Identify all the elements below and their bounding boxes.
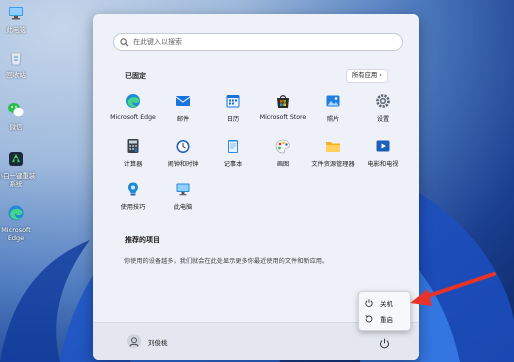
calendar-icon (226, 95, 240, 108)
reinstall-icon (9, 152, 23, 166)
mail-icon (175, 96, 191, 106)
pinned-app-photos[interactable]: 照片 (307, 93, 359, 123)
photos-icon (326, 95, 340, 107)
shutdown-label: 关机 (380, 300, 393, 308)
annotation-arrow (410, 272, 496, 306)
file-explorer-icon (326, 142, 340, 152)
restart-icon (365, 315, 373, 323)
desktop-icon-recycle-bin[interactable]: 回收站 (0, 49, 32, 79)
pinned-section-title: 已固定 (125, 72, 146, 80)
restart-menu-item[interactable]: 重启 (363, 312, 407, 326)
restart-label: 重启 (380, 316, 393, 324)
app-label: 画图 (276, 161, 290, 168)
pinned-app-calendar[interactable]: 日历 (207, 93, 259, 123)
search-box[interactable] (113, 33, 403, 51)
edge-icon (126, 94, 140, 108)
app-label: 此电脑 (173, 204, 193, 211)
app-label: 日历 (226, 116, 240, 123)
app-label: Microsoft Edge (110, 114, 156, 121)
app-label: 电影和电视 (367, 161, 399, 168)
app-label: 设置 (376, 116, 390, 123)
search-icon (120, 38, 129, 47)
pinned-app-this-pc[interactable]: 此电脑 (157, 181, 209, 211)
computer-icon (176, 183, 190, 196)
wechat-icon (8, 103, 24, 117)
search-input[interactable] (133, 35, 393, 49)
pinned-app-mail[interactable]: 邮件 (157, 93, 209, 123)
edge-icon (8, 205, 24, 221)
app-label: 记事本 (223, 161, 243, 168)
desktop-icon-label: 微信 (9, 123, 23, 131)
app-label: 文件资源管理器 (311, 161, 355, 168)
recommended-section-title: 推荐的项目 (125, 236, 160, 244)
pinned-app-notepad[interactable]: 记事本 (207, 138, 259, 168)
all-apps-button[interactable]: 所有应用 › (346, 69, 388, 83)
desktop-icon-label: 回收站 (6, 71, 26, 79)
store-icon (277, 95, 289, 108)
calculator-icon (127, 139, 139, 153)
app-label: Microsoft Store (259, 114, 307, 121)
power-button[interactable] (378, 335, 391, 349)
user-icon (129, 337, 139, 347)
movies-icon (376, 140, 390, 152)
paint-icon (275, 139, 290, 154)
pinned-app-store[interactable]: Microsoft Store (257, 93, 309, 121)
pinned-app-tips[interactable]: 使用技巧 (107, 181, 159, 211)
desktop-icon-label: Microsoft Edge (1, 226, 31, 242)
tips-icon (128, 182, 138, 196)
app-label: 照片 (326, 116, 340, 123)
power-icon (365, 299, 373, 307)
desktop-icon-edge[interactable]: Microsoft Edge (0, 204, 32, 242)
notepad-icon (228, 140, 238, 153)
user-name[interactable]: 刘俊桃 (148, 337, 168, 347)
pinned-app-settings[interactable]: 设置 (357, 93, 409, 123)
app-label: 使用技巧 (120, 204, 146, 211)
pinned-app-edge[interactable]: Microsoft Edge (107, 93, 159, 121)
settings-icon (376, 94, 390, 108)
pinned-app-movies[interactable]: 电影和电视 (357, 138, 409, 168)
app-label: 邮件 (176, 116, 190, 123)
clock-icon (176, 140, 190, 153)
desktop-icon-label: 此电脑 (6, 26, 26, 34)
app-label: 计算器 (123, 161, 143, 168)
avatar[interactable] (127, 334, 141, 348)
computer-icon (9, 7, 23, 20)
power-icon (380, 338, 389, 349)
desktop-icon-reinstall[interactable]: 小白一键重装系统 (0, 150, 36, 188)
desktop-background: 此电脑 回收站 微信 小白一键重装系统 Microsoft Edge 在此键入以… (0, 0, 514, 362)
desktop-icon-wechat[interactable]: 微信 (0, 101, 32, 131)
pinned-app-paint[interactable]: 画图 (257, 138, 309, 168)
pinned-app-clock[interactable]: 闹钟和时钟 (157, 138, 209, 168)
recycle-bin-icon (10, 52, 22, 66)
desktop-icon-this-pc[interactable]: 此电脑 (0, 4, 32, 34)
pinned-app-file-explorer[interactable]: 文件资源管理器 (307, 138, 359, 168)
app-label: 闹钟和时钟 (167, 161, 199, 168)
pinned-app-calculator[interactable]: 计算器 (107, 138, 159, 168)
desktop-icon-label: 小白一键重装系统 (0, 172, 36, 188)
recommended-empty-text: 你使用的设备越多，我们就会在此处显示更多你最近使用的文件和新应用。 (124, 258, 329, 265)
